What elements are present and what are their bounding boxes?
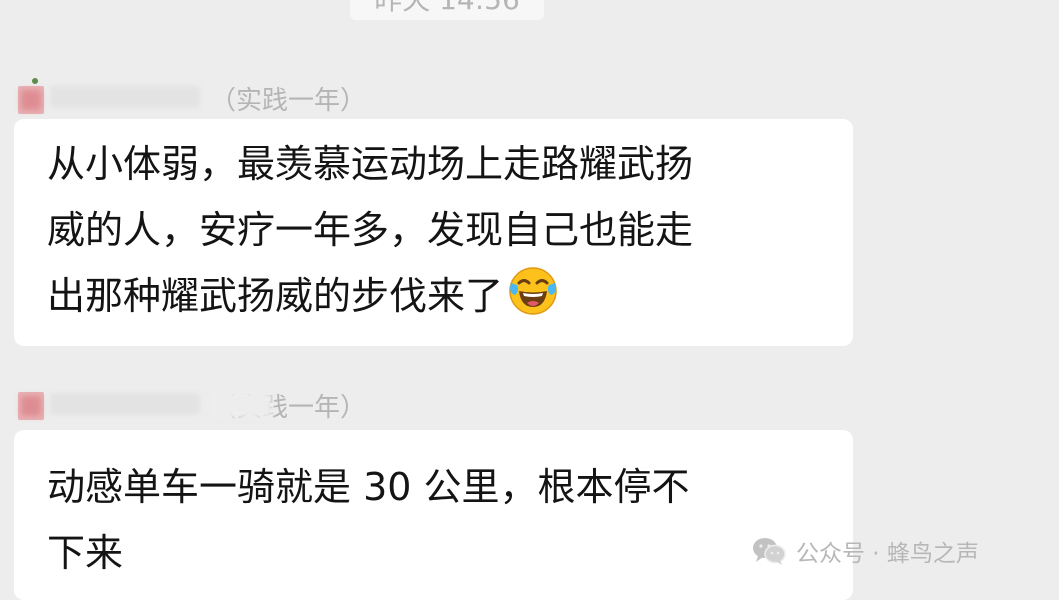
wechat-icon bbox=[753, 538, 786, 565]
sender-tag: （实践一年） bbox=[210, 86, 367, 116]
message-bubble[interactable]: 动感单车一骑就是 30 公里，根本停不 下来 bbox=[14, 430, 853, 600]
laughing-tears-emoji-icon bbox=[509, 267, 557, 315]
message-line: 威的人，安疗一年多，发现自己也能走 bbox=[47, 208, 694, 252]
message-bubble[interactable]: 从小体弱，最羡慕运动场上走路耀武扬 威的人，安疗一年多，发现自己也能走 出那种耀… bbox=[14, 119, 853, 346]
message-line-with-emoji: 出那种耀武扬威的步伐来了 bbox=[47, 263, 823, 329]
sender-tag-blur bbox=[210, 392, 272, 418]
sender-name-blurred bbox=[50, 86, 200, 108]
timestamp-pill: 昨天 14:56 bbox=[350, 0, 544, 20]
avatar[interactable] bbox=[18, 392, 44, 420]
watermark: 公众号 · 蜂鸟之声 bbox=[752, 533, 979, 569]
watermark-text: 公众号 · 蜂鸟之声 bbox=[796, 541, 979, 567]
message-line: 下来 bbox=[47, 531, 124, 575]
avatar[interactable] bbox=[18, 78, 44, 114]
message-line: 从小体弱，最羡慕运动场上走路耀武扬 bbox=[47, 142, 694, 186]
sender-name-blurred bbox=[50, 393, 200, 415]
timestamp: 昨天 14:56 bbox=[374, 0, 520, 16]
message-line: 出那种耀武扬威的步伐来了 bbox=[47, 274, 504, 318]
message-line: 动感单车一骑就是 30 公里，根本停不 bbox=[47, 465, 690, 509]
